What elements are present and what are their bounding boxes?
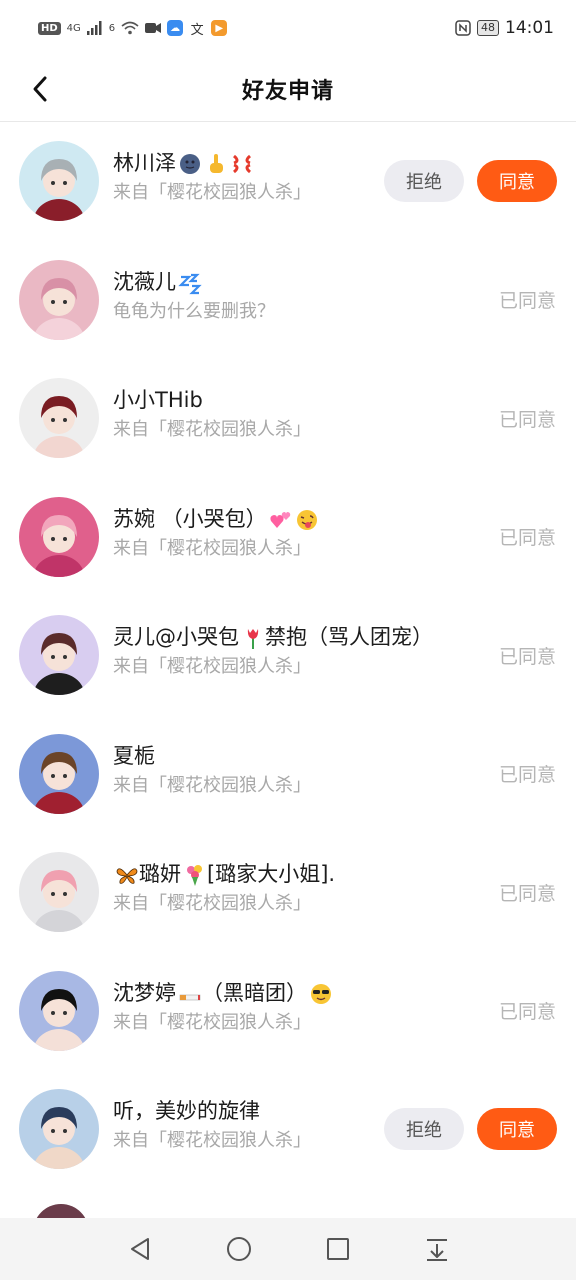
chevron-left-icon [33, 76, 47, 102]
request-info: 夏栀来自「樱花校园狼人杀」 [113, 741, 456, 799]
avatar[interactable] [19, 852, 99, 933]
recents-square-icon[interactable] [318, 1229, 358, 1269]
request-source: 来自「樱花校园狼人杀」 [113, 419, 311, 440]
battery-icon: 48 [477, 20, 499, 36]
wifi-label: 6 [108, 22, 116, 34]
clock: 14:01 [505, 18, 554, 38]
request-source: 来自「樱花校园狼人杀」 [113, 537, 311, 559]
user-name[interactable]: 灵儿@小哭包 禁抱（骂人团宠） [113, 622, 456, 652]
accept-button[interactable]: 同意 [477, 160, 557, 203]
accepted-status: 已同意 [498, 1001, 556, 1024]
user-name-suffix: （黑暗团） [202, 980, 307, 1005]
user-name[interactable]: 苏婉 （小哭包） [113, 504, 456, 534]
accept-button[interactable]: 同意 [477, 1108, 557, 1151]
request-source: 来自「樱花校园狼人杀」 [113, 893, 311, 914]
avatar[interactable] [19, 615, 99, 696]
user-name-text: 璐妍 [139, 862, 181, 886]
tulip-emoji [247, 629, 259, 649]
reject-button[interactable]: 拒绝 [384, 160, 464, 203]
video-icon [145, 23, 162, 33]
signal-icon [86, 21, 102, 35]
avatar[interactable] [19, 378, 99, 459]
anger-symbol-emoji [232, 154, 252, 174]
request-row[interactable]: 沈梦婷 （黑暗团） 来自「樱花校园狼人杀」 已同意 [0, 952, 576, 1071]
user-name-text: 灵儿@小哭包 [113, 625, 239, 649]
user-name-text: 听，美妙的旋律 [113, 1099, 260, 1123]
request-row[interactable]: 灵儿@小哭包 禁抱（骂人团宠） 来自「樱花校园狼人杀」 已同意 [0, 596, 576, 715]
request-row[interactable]: 璐妍 [璐家大小姐]. 来自「樱花校园狼人杀」 已同意 [0, 833, 576, 952]
user-name-text: 小小THib [113, 388, 203, 412]
user-name-text: 夏栀 [113, 743, 155, 768]
tongue-face-emoji [296, 509, 317, 530]
user-name-suffix: [璐家大小姐]. [207, 862, 336, 886]
pointing-hand-emoji [210, 154, 223, 173]
status-right: 48 14:01 [455, 18, 554, 38]
user-name-text: 苏婉 （小哭包） [113, 506, 267, 531]
request-info: 璐妍 [璐家大小姐]. 来自「樱花校园狼人杀」 [113, 859, 456, 917]
hd-badge: HD [38, 21, 61, 35]
request-info: 沈梦婷 （黑暗团） 来自「樱花校园狼人杀」 [113, 978, 456, 1036]
system-nav-bar [0, 1218, 576, 1280]
user-name-text: 林川泽 [113, 151, 176, 175]
request-info: 沈薇儿龟龟为什么要删我？ [113, 267, 456, 325]
cigarette-emoji [179, 994, 201, 1000]
request-row[interactable]: 小小THib 来自「樱花校园狼人杀」 已同意 [0, 359, 576, 478]
avatar[interactable] [19, 259, 99, 340]
reject-button[interactable]: 拒绝 [384, 1108, 464, 1151]
sunglasses-face-emoji [311, 983, 331, 1004]
accepted-status: 已同意 [498, 882, 556, 905]
avatar[interactable] [19, 141, 99, 222]
two-hearts-emoji [270, 511, 290, 528]
page-title: 好友申请 [241, 78, 334, 104]
user-name-text: 沈梦婷 [113, 980, 176, 1005]
nfc-icon [455, 20, 471, 36]
request-row[interactable]: 沈薇儿龟龟为什么要删我？ 已同意 [0, 241, 576, 360]
request-row[interactable]: 夏栀来自「樱花校园狼人杀」 已同意 [0, 715, 576, 834]
request-info: 苏婉 （小哭包） 来自「樱花校园狼人杀」 [113, 504, 456, 562]
status-left: HD 4G 6 ☁ 文 ▶ [38, 20, 228, 38]
request-row[interactable]: 听，美妙的旋律 来自「樱花校园狼人杀」 拒绝 同意 [0, 1070, 576, 1189]
request-row[interactable]: 苏婉 （小哭包） 来自「樱花校园狼人杀」 已同意 [0, 478, 576, 597]
avatar[interactable] [19, 733, 99, 814]
request-source: 来自「樱花校园狼人杀」 [113, 1011, 311, 1033]
request-info: 灵儿@小哭包 禁抱（骂人团宠） 来自「樱花校园狼人杀」 [113, 622, 456, 680]
user-name-text: 沈薇儿 [113, 269, 176, 294]
network-badge: 4G [66, 22, 81, 34]
request-source: 来自「樱花校园狼人杀」 [113, 656, 311, 677]
user-name-suffix: 禁抱（骂人团宠） [265, 625, 433, 649]
friend-request-list: 林川泽 来自「樱花校园狼人杀」 拒绝 同意 沈薇儿 龟龟为什么要删我？ 已同意 小小THib 来… [0, 122, 576, 1189]
translate-app-icon: 文 [189, 20, 206, 38]
user-name[interactable]: 夏栀 [113, 741, 456, 771]
avatar[interactable] [19, 496, 99, 577]
request-row[interactable]: 林川泽 来自「樱花校园狼人杀」 拒绝 同意 [0, 122, 576, 241]
user-name[interactable]: 沈薇儿 [113, 267, 456, 297]
moon-face-emoji [180, 154, 200, 174]
request-source: 来自「樱花校园狼人杀」 [113, 774, 311, 796]
bouquet-emoji [187, 865, 202, 886]
avatar[interactable] [19, 970, 99, 1051]
user-name[interactable]: 小小THib [113, 385, 456, 415]
request-info: 小小THib 来自「樱花校园狼人杀」 [113, 385, 456, 443]
user-name[interactable]: 沈梦婷 （黑暗团） [113, 978, 456, 1008]
avatar[interactable] [19, 1089, 99, 1170]
accepted-status: 已同意 [498, 290, 556, 313]
wifi-icon [121, 21, 139, 35]
play-app-icon: ▶ [211, 20, 228, 36]
accepted-status: 已同意 [498, 408, 556, 431]
status-bar: HD 4G 6 ☁ 文 ▶ 48 14:01 [0, 0, 576, 56]
accepted-status: 已同意 [498, 645, 556, 668]
zzz-emoji [178, 273, 202, 294]
user-name[interactable]: 璐妍 [璐家大小姐]. [113, 859, 456, 889]
butterfly-emoji [116, 868, 138, 884]
accepted-status: 已同意 [498, 527, 556, 550]
notification-pull-icon[interactable] [417, 1229, 457, 1269]
back-triangle-icon[interactable] [120, 1229, 160, 1269]
accepted-status: 已同意 [498, 764, 556, 787]
cloud-app-icon: ☁ [167, 20, 184, 36]
request-source: 龟龟为什么要删我？ [113, 300, 275, 322]
header: 好友申请 [0, 56, 576, 122]
back-button[interactable] [22, 69, 58, 109]
home-circle-icon[interactable] [219, 1229, 259, 1269]
